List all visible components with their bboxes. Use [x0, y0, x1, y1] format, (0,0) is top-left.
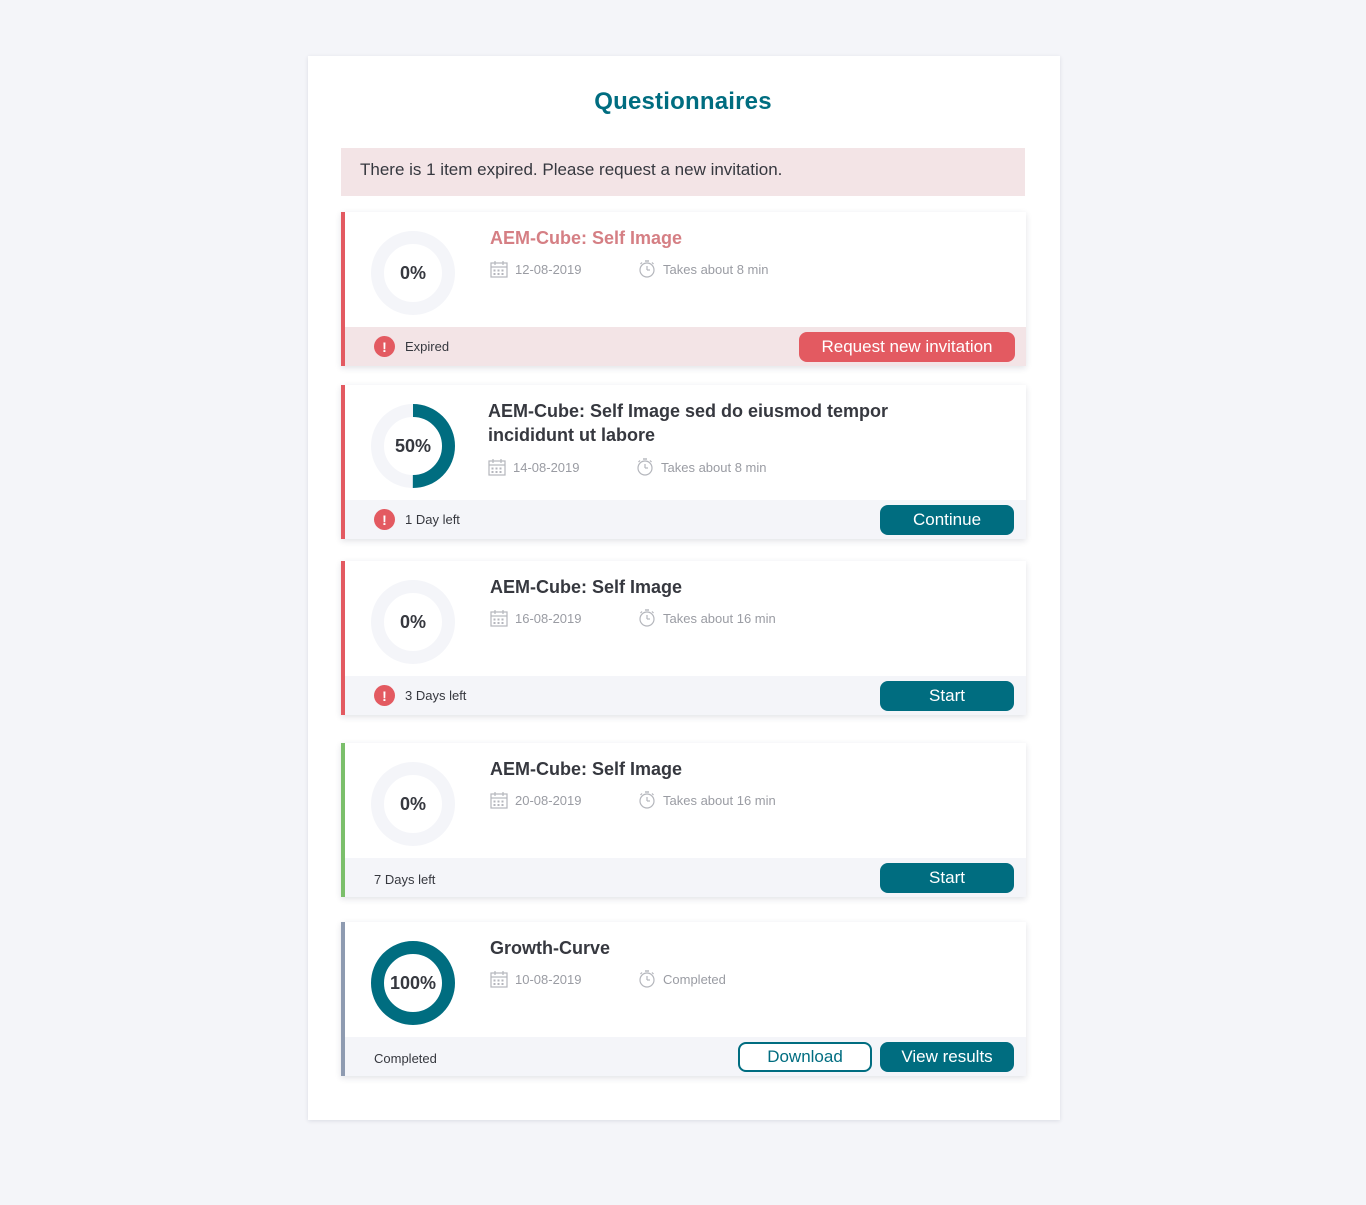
duration-meta: Takes about 8 min	[638, 260, 769, 278]
date-text: 20-08-2019	[515, 793, 582, 808]
status-indicator: Completed	[374, 1037, 437, 1076]
duration-meta: Completed	[638, 970, 726, 988]
progress-ring: 0%	[371, 762, 455, 846]
progress-percent: 0%	[399, 262, 426, 283]
progress-percent: 50%	[394, 435, 432, 456]
status-text: 3 Days left	[405, 688, 467, 703]
view-results-button[interactable]: View results	[880, 1042, 1014, 1072]
status-indicator: ! 3 Days left	[374, 676, 466, 715]
questionnaire-card-7-days-left: 0% AEM-Cube: Self Image 20-08-2019 Takes…	[341, 743, 1026, 897]
duration-text: Takes about 16 min	[663, 792, 776, 808]
questionnaire-title: AEM-Cube: Self Image	[490, 759, 683, 779]
calendar-icon	[490, 971, 508, 988]
continue-button[interactable]: Continue	[880, 505, 1014, 535]
questionnaire-card-in-progress: 50% AEM-Cube: Self Image sed do eiusmod …	[341, 385, 1026, 539]
stopwatch-icon	[637, 458, 653, 476]
status-indicator: 7 Days left	[374, 858, 435, 897]
date-meta: 14-08-2019	[488, 459, 580, 476]
date-text: 10-08-2019	[515, 972, 582, 987]
duration-text: Takes about 16 min	[663, 610, 776, 626]
calendar-icon	[490, 261, 508, 278]
date-meta: 10-08-2019	[490, 971, 582, 988]
questionnaire-title: AEM-Cube: Self Image	[490, 577, 683, 597]
status-text: 7 Days left	[374, 871, 436, 887]
card-footer: ! 3 Days left Start	[345, 676, 1026, 715]
calendar-icon	[490, 610, 508, 627]
expired-alert-banner: There is 1 item expired. Please request …	[341, 148, 1025, 196]
progress-percent: 100%	[389, 972, 437, 993]
duration-text: Completed	[663, 971, 726, 987]
progress-percent: 0%	[399, 611, 426, 632]
questionnaire-card-3-days-left: 0% AEM-Cube: Self Image 16-08-2019 Takes…	[341, 561, 1026, 715]
status-indicator: ! Expired	[374, 327, 449, 366]
progress-ring: 0%	[371, 231, 455, 315]
questionnaire-card-completed: 100% Growth-Curve 10-08-2019 Completed C…	[341, 922, 1026, 1076]
progress-ring: 100%	[371, 941, 455, 1025]
download-button[interactable]: Download	[738, 1042, 872, 1072]
card-footer: ! 1 Day left Continue	[345, 500, 1026, 539]
card-footer: 7 Days left Start	[345, 858, 1026, 897]
duration-meta: Takes about 16 min	[638, 791, 776, 809]
date-text: 12-08-2019	[515, 262, 582, 277]
duration-text: Takes about 8 min	[661, 459, 767, 475]
questionnaire-title: Growth-Curve	[490, 938, 611, 958]
duration-text: Takes about 8 min	[663, 261, 769, 277]
questionnaire-title: AEM-Cube: Self Image	[490, 228, 683, 248]
card-footer: ! Expired Request new invitation	[345, 327, 1026, 366]
progress-ring: 50%	[371, 404, 455, 488]
status-text: Completed	[374, 1050, 437, 1066]
start-button[interactable]: Start	[880, 681, 1014, 711]
status-text: Expired	[405, 339, 450, 354]
calendar-icon	[488, 459, 506, 476]
exclamation-icon: !	[374, 685, 395, 706]
progress-percent: 0%	[399, 793, 426, 814]
date-meta: 12-08-2019	[490, 261, 582, 278]
date-meta: 16-08-2019	[490, 610, 582, 627]
request-new-invitation-button[interactable]: Request new invitation	[799, 332, 1015, 362]
date-text: 16-08-2019	[515, 611, 582, 626]
duration-meta: Takes about 8 min	[636, 458, 767, 476]
duration-meta: Takes about 16 min	[638, 609, 776, 627]
progress-ring: 0%	[371, 580, 455, 664]
stopwatch-icon	[639, 609, 655, 627]
stopwatch-icon	[639, 970, 655, 988]
questionnaire-title: AEM-Cube: Self Image sed do eiusmod temp…	[488, 401, 889, 445]
calendar-icon	[490, 792, 508, 809]
date-meta: 20-08-2019	[490, 792, 582, 809]
questionnaire-card-expired: 0% AEM-Cube: Self Image 12-08-2019 Takes…	[341, 212, 1026, 366]
status-text: 1 Day left	[405, 512, 460, 527]
card-footer: Completed Download View results	[345, 1037, 1026, 1076]
start-button[interactable]: Start	[880, 863, 1014, 893]
status-indicator: ! 1 Day left	[374, 500, 460, 539]
stopwatch-icon	[639, 791, 655, 809]
page-title: Questionnaires	[594, 88, 772, 115]
exclamation-icon: !	[374, 509, 395, 530]
stopwatch-icon	[639, 260, 655, 278]
date-text: 14-08-2019	[513, 460, 580, 475]
exclamation-icon: !	[374, 336, 395, 357]
